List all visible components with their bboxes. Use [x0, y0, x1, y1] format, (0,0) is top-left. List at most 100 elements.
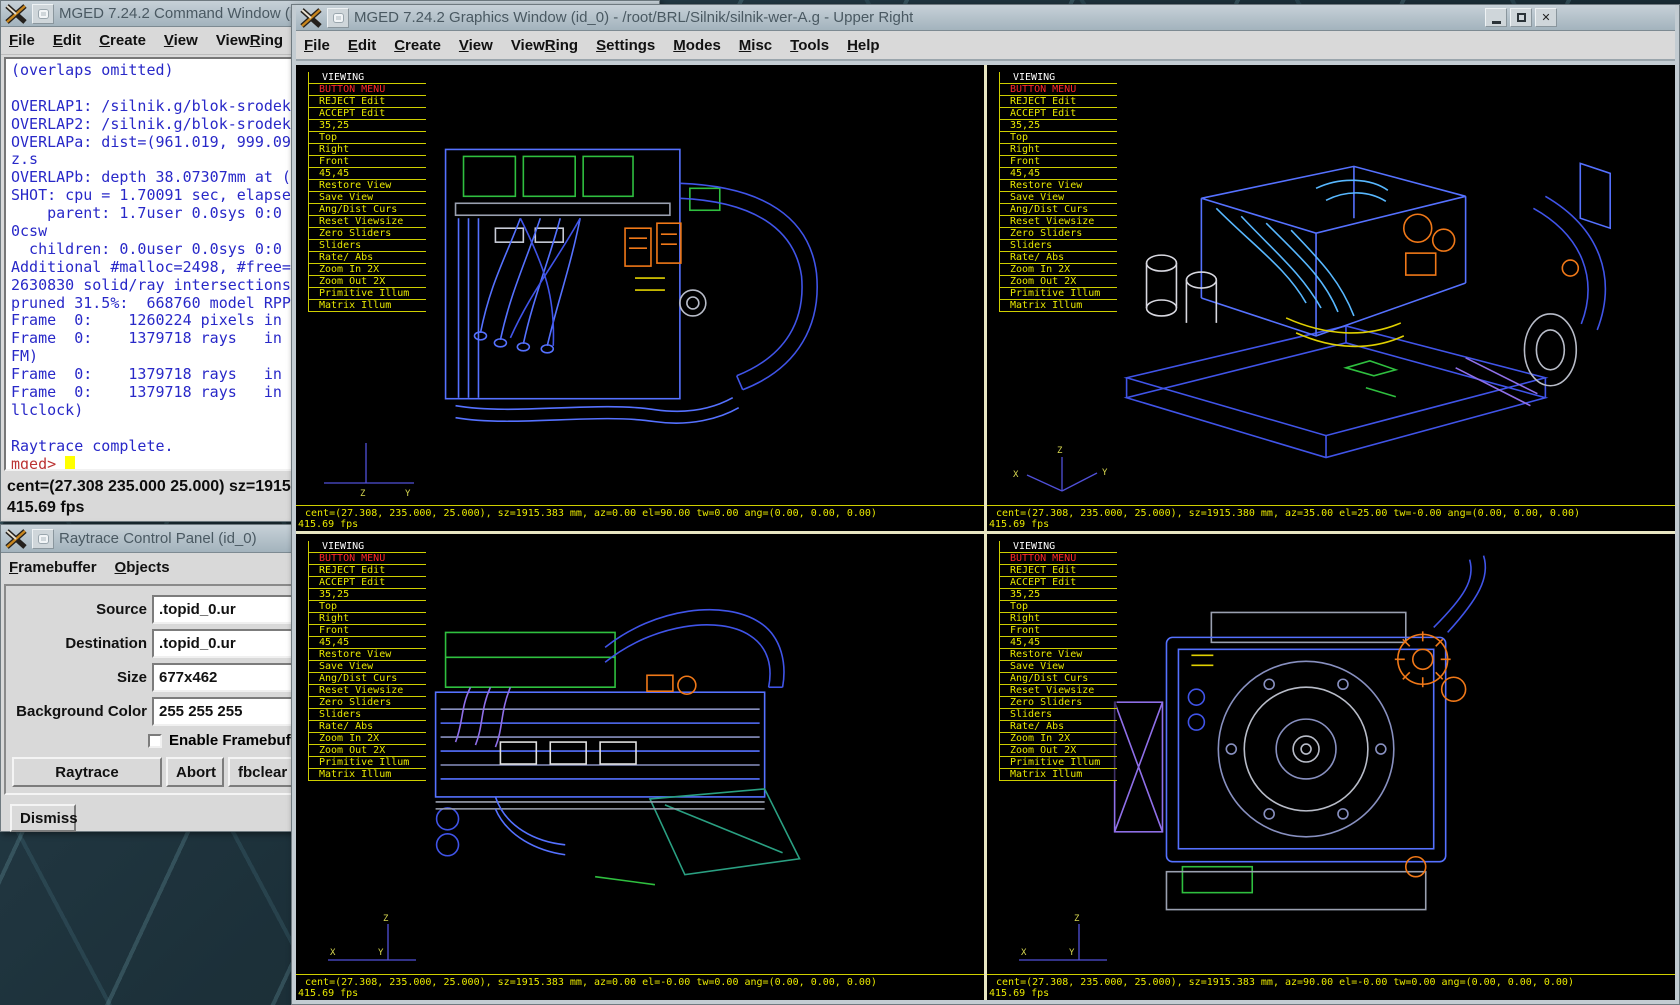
viewing-item-reject-edit[interactable]: REJECT Edit: [309, 565, 426, 577]
minimize-icon[interactable]: [1485, 8, 1507, 27]
window-menu-icon[interactable]: [32, 4, 54, 24]
viewing-item-accept-edit[interactable]: ACCEPT Edit: [309, 108, 426, 120]
viewing-item-matrix-illum[interactable]: Matrix Illum: [1000, 300, 1117, 312]
viewing-item-35-25[interactable]: 35,25: [1000, 589, 1117, 601]
viewing-item-save-view[interactable]: Save View: [1000, 192, 1117, 204]
viewing-item-ang-dist-curs[interactable]: Ang/Dist Curs: [1000, 673, 1117, 685]
viewing-item-zoom-in-2x[interactable]: Zoom In 2X: [309, 264, 426, 276]
viewing-item-restore-view[interactable]: Restore View: [1000, 649, 1117, 661]
viewing-item-reset-viewsize[interactable]: Reset Viewsize: [1000, 685, 1117, 697]
viewing-item-right[interactable]: Right: [1000, 613, 1117, 625]
viewing-item-ang-dist-curs[interactable]: Ang/Dist Curs: [309, 673, 426, 685]
viewing-item-reset-viewsize[interactable]: Reset Viewsize: [1000, 216, 1117, 228]
raytrace-button[interactable]: Raytrace: [12, 757, 162, 787]
viewing-item-reset-viewsize[interactable]: Reset Viewsize: [309, 216, 426, 228]
viewing-item-accept-edit[interactable]: ACCEPT Edit: [1000, 577, 1117, 589]
menu-objects[interactable]: Objects: [115, 559, 170, 576]
viewing-item-primitive-illum[interactable]: Primitive Illum: [1000, 757, 1117, 769]
viewing-item-reject-edit[interactable]: REJECT Edit: [1000, 565, 1117, 577]
viewing-item-save-view[interactable]: Save View: [309, 661, 426, 673]
viewport-lower-left[interactable]: VIEWINGBUTTON MENUREJECT EditACCEPT Edit…: [296, 534, 984, 1000]
viewing-item-zoom-in-2x[interactable]: Zoom In 2X: [309, 733, 426, 745]
dismiss-button[interactable]: Dismiss: [10, 804, 76, 832]
viewing-item-35-25[interactable]: 35,25: [309, 120, 426, 132]
menu-edit[interactable]: Edit: [348, 37, 376, 54]
menu-create[interactable]: Create: [394, 37, 441, 54]
viewing-item-45-45[interactable]: 45,45: [1000, 637, 1117, 649]
window-menu-icon[interactable]: [32, 529, 54, 549]
viewing-item-ang-dist-curs[interactable]: Ang/Dist Curs: [1000, 204, 1117, 216]
viewing-item-right[interactable]: Right: [309, 613, 426, 625]
viewing-item-right[interactable]: Right: [1000, 144, 1117, 156]
viewing-item-zero-sliders[interactable]: Zero Sliders: [309, 228, 426, 240]
viewing-item-rate-abs[interactable]: Rate/ Abs: [309, 252, 426, 264]
menu-edit[interactable]: Edit: [53, 32, 81, 49]
menu-view[interactable]: View: [459, 37, 493, 54]
viewing-item-front[interactable]: Front: [309, 156, 426, 168]
viewing-item-35-25[interactable]: 35,25: [1000, 120, 1117, 132]
viewing-item-accept-edit[interactable]: ACCEPT Edit: [309, 577, 426, 589]
menu-settings[interactable]: Settings: [596, 37, 655, 54]
viewing-item-zoom-out-2x[interactable]: Zoom Out 2X: [309, 276, 426, 288]
viewing-item-reject-edit[interactable]: REJECT Edit: [1000, 96, 1117, 108]
viewing-item-button-menu[interactable]: BUTTON MENU: [1000, 553, 1117, 565]
viewing-item-primitive-illum[interactable]: Primitive Illum: [1000, 288, 1117, 300]
viewing-item-top[interactable]: Top: [309, 601, 426, 613]
viewing-item-top[interactable]: Top: [1000, 132, 1117, 144]
viewing-item-zero-sliders[interactable]: Zero Sliders: [1000, 697, 1117, 709]
viewing-item-45-45[interactable]: 45,45: [309, 168, 426, 180]
viewing-item-zoom-out-2x[interactable]: Zoom Out 2X: [309, 745, 426, 757]
menu-help[interactable]: Help: [847, 37, 880, 54]
viewing-item-ang-dist-curs[interactable]: Ang/Dist Curs: [309, 204, 426, 216]
viewing-item-right[interactable]: Right: [309, 144, 426, 156]
viewing-item-rate-abs[interactable]: Rate/ Abs: [1000, 252, 1117, 264]
viewing-item-save-view[interactable]: Save View: [309, 192, 426, 204]
close-icon[interactable]: ✕: [1535, 8, 1557, 27]
viewing-item-primitive-illum[interactable]: Primitive Illum: [309, 288, 426, 300]
viewing-item-front[interactable]: Front: [309, 625, 426, 637]
viewing-item-zero-sliders[interactable]: Zero Sliders: [309, 697, 426, 709]
menu-modes[interactable]: Modes: [673, 37, 721, 54]
fbclear-button[interactable]: fbclear: [228, 757, 294, 787]
viewing-item-rate-abs[interactable]: Rate/ Abs: [1000, 721, 1117, 733]
viewing-item-zero-sliders[interactable]: Zero Sliders: [1000, 228, 1117, 240]
viewing-item-35-25[interactable]: 35,25: [309, 589, 426, 601]
viewing-item-top[interactable]: Top: [309, 132, 426, 144]
viewing-item-45-45[interactable]: 45,45: [309, 637, 426, 649]
viewport-upper-left[interactable]: VIEWINGBUTTON MENUREJECT EditACCEPT Edit…: [296, 65, 984, 531]
maximize-icon[interactable]: [1510, 8, 1532, 27]
menu-create[interactable]: Create: [99, 32, 146, 49]
viewing-item-rate-abs[interactable]: Rate/ Abs: [309, 721, 426, 733]
viewing-item-zoom-out-2x[interactable]: Zoom Out 2X: [1000, 276, 1117, 288]
viewing-item-reject-edit[interactable]: REJECT Edit: [309, 96, 426, 108]
viewing-item-button-menu[interactable]: BUTTON MENU: [309, 553, 426, 565]
viewing-item-matrix-illum[interactable]: Matrix Illum: [309, 769, 426, 781]
viewing-item-button-menu[interactable]: BUTTON MENU: [309, 84, 426, 96]
abort-button[interactable]: Abort: [166, 757, 224, 787]
viewing-item-sliders[interactable]: Sliders: [309, 709, 426, 721]
viewing-item-sliders[interactable]: Sliders: [1000, 709, 1117, 721]
menu-tools[interactable]: Tools: [790, 37, 829, 54]
viewing-item-zoom-out-2x[interactable]: Zoom Out 2X: [1000, 745, 1117, 757]
viewport-lower-right[interactable]: VIEWINGBUTTON MENUREJECT EditACCEPT Edit…: [987, 534, 1675, 1000]
viewing-item-sliders[interactable]: Sliders: [309, 240, 426, 252]
menu-view[interactable]: View: [164, 32, 198, 49]
viewing-item-matrix-illum[interactable]: Matrix Illum: [1000, 769, 1117, 781]
viewing-item-front[interactable]: Front: [1000, 156, 1117, 168]
viewing-item-button-menu[interactable]: BUTTON MENU: [1000, 84, 1117, 96]
menu-viewring[interactable]: ViewRing: [511, 37, 578, 54]
menu-file[interactable]: File: [304, 37, 330, 54]
viewport-upper-right[interactable]: VIEWINGBUTTON MENUREJECT EditACCEPT Edit…: [987, 65, 1675, 531]
viewing-item-restore-view[interactable]: Restore View: [309, 649, 426, 661]
viewing-item-accept-edit[interactable]: ACCEPT Edit: [1000, 108, 1117, 120]
viewing-item-save-view[interactable]: Save View: [1000, 661, 1117, 673]
menu-viewring[interactable]: ViewRing: [216, 32, 283, 49]
viewing-item-front[interactable]: Front: [1000, 625, 1117, 637]
menu-file[interactable]: File: [9, 32, 35, 49]
viewing-item-zoom-in-2x[interactable]: Zoom In 2X: [1000, 733, 1117, 745]
menu-framebuffer[interactable]: Framebuffer: [9, 559, 97, 576]
graphics-titlebar[interactable]: MGED 7.24.2 Graphics Window (id_0) - /ro…: [296, 5, 1675, 31]
window-menu-icon[interactable]: [327, 8, 349, 28]
viewing-item-45-45[interactable]: 45,45: [1000, 168, 1117, 180]
viewing-item-zoom-in-2x[interactable]: Zoom In 2X: [1000, 264, 1117, 276]
